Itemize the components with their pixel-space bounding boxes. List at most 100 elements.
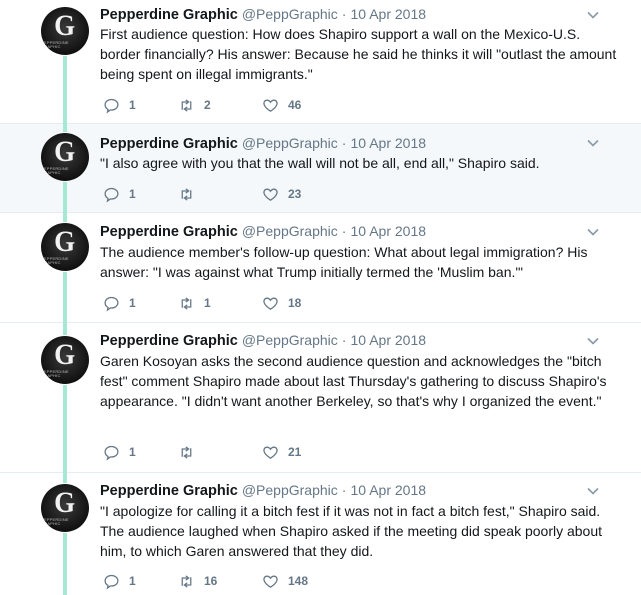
thread-connector-line	[63, 182, 67, 213]
tweet-actions: 1 23	[103, 185, 403, 203]
tweet-text: First audience question: How does Shapir…	[100, 26, 617, 82]
reply-count: 1	[129, 445, 136, 459]
separator-dot: ·	[341, 6, 347, 22]
reply-button[interactable]: 1	[103, 185, 136, 203]
avatar[interactable]: G PEPPERDINE GRAPHIC	[41, 133, 89, 181]
retweet-button[interactable]	[178, 185, 204, 203]
more-options-chevron-icon[interactable]	[586, 225, 600, 239]
author-name[interactable]: Pepperdine Graphic	[100, 483, 238, 499]
retweet-icon	[181, 445, 192, 459]
tweet[interactable]: G PEPPERDINE GRAPHIC Pepperdine Graphic …	[0, 124, 641, 213]
retweet-button[interactable]: 1	[178, 294, 211, 312]
author-name[interactable]: Pepperdine Graphic	[100, 136, 238, 152]
like-button[interactable]: 18	[262, 294, 301, 312]
tweet-date[interactable]: 10 Apr 2018	[351, 332, 427, 348]
author-handle[interactable]: @PeppGraphic	[242, 6, 338, 22]
retweet-icon	[181, 574, 192, 588]
more-options-chevron-icon[interactable]	[586, 334, 600, 348]
reply-icon	[104, 574, 119, 589]
avatar-logo-subtitle: PEPPERDINE GRAPHIC	[41, 166, 69, 175]
author-name[interactable]: Pepperdine Graphic	[100, 333, 238, 349]
retweet-count: 1	[204, 296, 211, 310]
author-handle[interactable]: @PeppGraphic	[242, 482, 338, 498]
reply-count: 1	[129, 296, 136, 310]
like-button[interactable]: 46	[262, 96, 301, 114]
thread-connector-line	[63, 473, 67, 483]
like-count: 23	[288, 187, 302, 201]
author-name[interactable]: Pepperdine Graphic	[100, 7, 238, 23]
tweet-date[interactable]: 10 Apr 2018	[351, 223, 427, 239]
more-options-chevron-icon[interactable]	[586, 136, 600, 150]
avatar-logo-subtitle: PEPPERDINE GRAPHIC	[41, 256, 69, 265]
tweet-text: "I apologize for calling it a bitch fest…	[100, 503, 603, 559]
tweet-actions: 1 16 148	[103, 572, 403, 590]
tweet-text: "I also agree with you that the wall wil…	[100, 155, 540, 171]
separator-dot: ·	[341, 482, 347, 498]
avatar[interactable]: G PEPPERDINE GRAPHIC	[41, 223, 89, 271]
tweet[interactable]: G PEPPERDINE GRAPHIC Pepperdine Graphic …	[0, 473, 641, 595]
tweet-thread: G PEPPERDINE GRAPHIC Pepperdine Graphic …	[0, 0, 641, 595]
retweet-count: 16	[204, 574, 218, 588]
avatar-logo-letter: G	[54, 486, 76, 519]
author-handle[interactable]: @PeppGraphic	[242, 332, 338, 348]
tweet[interactable]: G PEPPERDINE GRAPHIC Pepperdine Graphic …	[0, 0, 641, 124]
more-options-chevron-icon[interactable]	[586, 484, 600, 498]
avatar[interactable]: G PEPPERDINE GRAPHIC	[41, 7, 89, 55]
separator-dot: ·	[341, 223, 347, 239]
thread-connector-line	[63, 385, 67, 473]
avatar[interactable]: G PEPPERDINE GRAPHIC	[41, 336, 89, 384]
like-button[interactable]: 21	[262, 443, 301, 461]
reply-count: 1	[129, 574, 136, 588]
retweet-icon	[181, 98, 192, 112]
reply-count: 1	[129, 98, 136, 112]
tweet-text: Garen Kosoyan asks the second audience q…	[100, 353, 607, 409]
avatar-logo-letter: G	[54, 225, 76, 258]
heart-icon	[263, 297, 278, 310]
like-button[interactable]: 148	[262, 572, 308, 590]
tweet-actions: 1 1 18	[103, 294, 403, 312]
tweet-text: The audience member's follow-up question…	[100, 244, 588, 280]
reply-icon	[104, 445, 119, 460]
thread-connector-line	[63, 323, 67, 335]
retweet-icon	[181, 296, 192, 310]
reply-button[interactable]: 1	[103, 443, 136, 461]
retweet-icon	[181, 187, 192, 201]
author-handle[interactable]: @PeppGraphic	[242, 223, 338, 239]
tweet-actions: 1 2 46	[103, 96, 403, 114]
tweet[interactable]: G PEPPERDINE GRAPHIC Pepperdine Graphic …	[0, 323, 641, 473]
reply-button[interactable]: 1	[103, 572, 136, 590]
retweet-button[interactable]	[178, 443, 204, 461]
thread-connector-line	[63, 124, 67, 132]
heart-icon	[263, 99, 278, 112]
thread-connector-line	[63, 533, 67, 595]
thread-connector-line	[63, 272, 67, 323]
retweet-button[interactable]: 2	[178, 96, 211, 114]
like-button[interactable]: 23	[262, 185, 301, 203]
reply-button[interactable]: 1	[103, 294, 136, 312]
tweet-date[interactable]: 10 Apr 2018	[351, 482, 427, 498]
retweet-button[interactable]: 16	[178, 572, 217, 590]
reply-icon	[104, 296, 119, 311]
reply-icon	[104, 98, 119, 113]
author-handle[interactable]: @PeppGraphic	[242, 135, 338, 151]
reply-icon	[104, 187, 119, 202]
tweet[interactable]: G PEPPERDINE GRAPHIC Pepperdine Graphic …	[0, 213, 641, 323]
heart-icon	[263, 188, 278, 201]
like-count: 18	[288, 296, 302, 310]
author-name[interactable]: Pepperdine Graphic	[100, 224, 238, 240]
avatar-logo-subtitle: PEPPERDINE GRAPHIC	[41, 40, 69, 49]
thread-connector-line	[63, 56, 67, 124]
avatar-logo-subtitle: PEPPERDINE GRAPHIC	[41, 517, 69, 526]
thread-connector-line	[63, 213, 67, 222]
reply-button[interactable]: 1	[103, 96, 136, 114]
reply-count: 1	[129, 187, 136, 201]
more-options-chevron-icon[interactable]	[586, 8, 600, 22]
like-count: 148	[288, 574, 309, 588]
avatar-logo-letter: G	[54, 9, 76, 42]
like-count: 21	[288, 445, 302, 459]
avatar[interactable]: G PEPPERDINE GRAPHIC	[41, 484, 89, 532]
avatar-logo-letter: G	[54, 135, 76, 168]
tweet-date[interactable]: 10 Apr 2018	[351, 135, 427, 151]
tweet-date[interactable]: 10 Apr 2018	[351, 6, 427, 22]
heart-icon	[263, 446, 278, 459]
